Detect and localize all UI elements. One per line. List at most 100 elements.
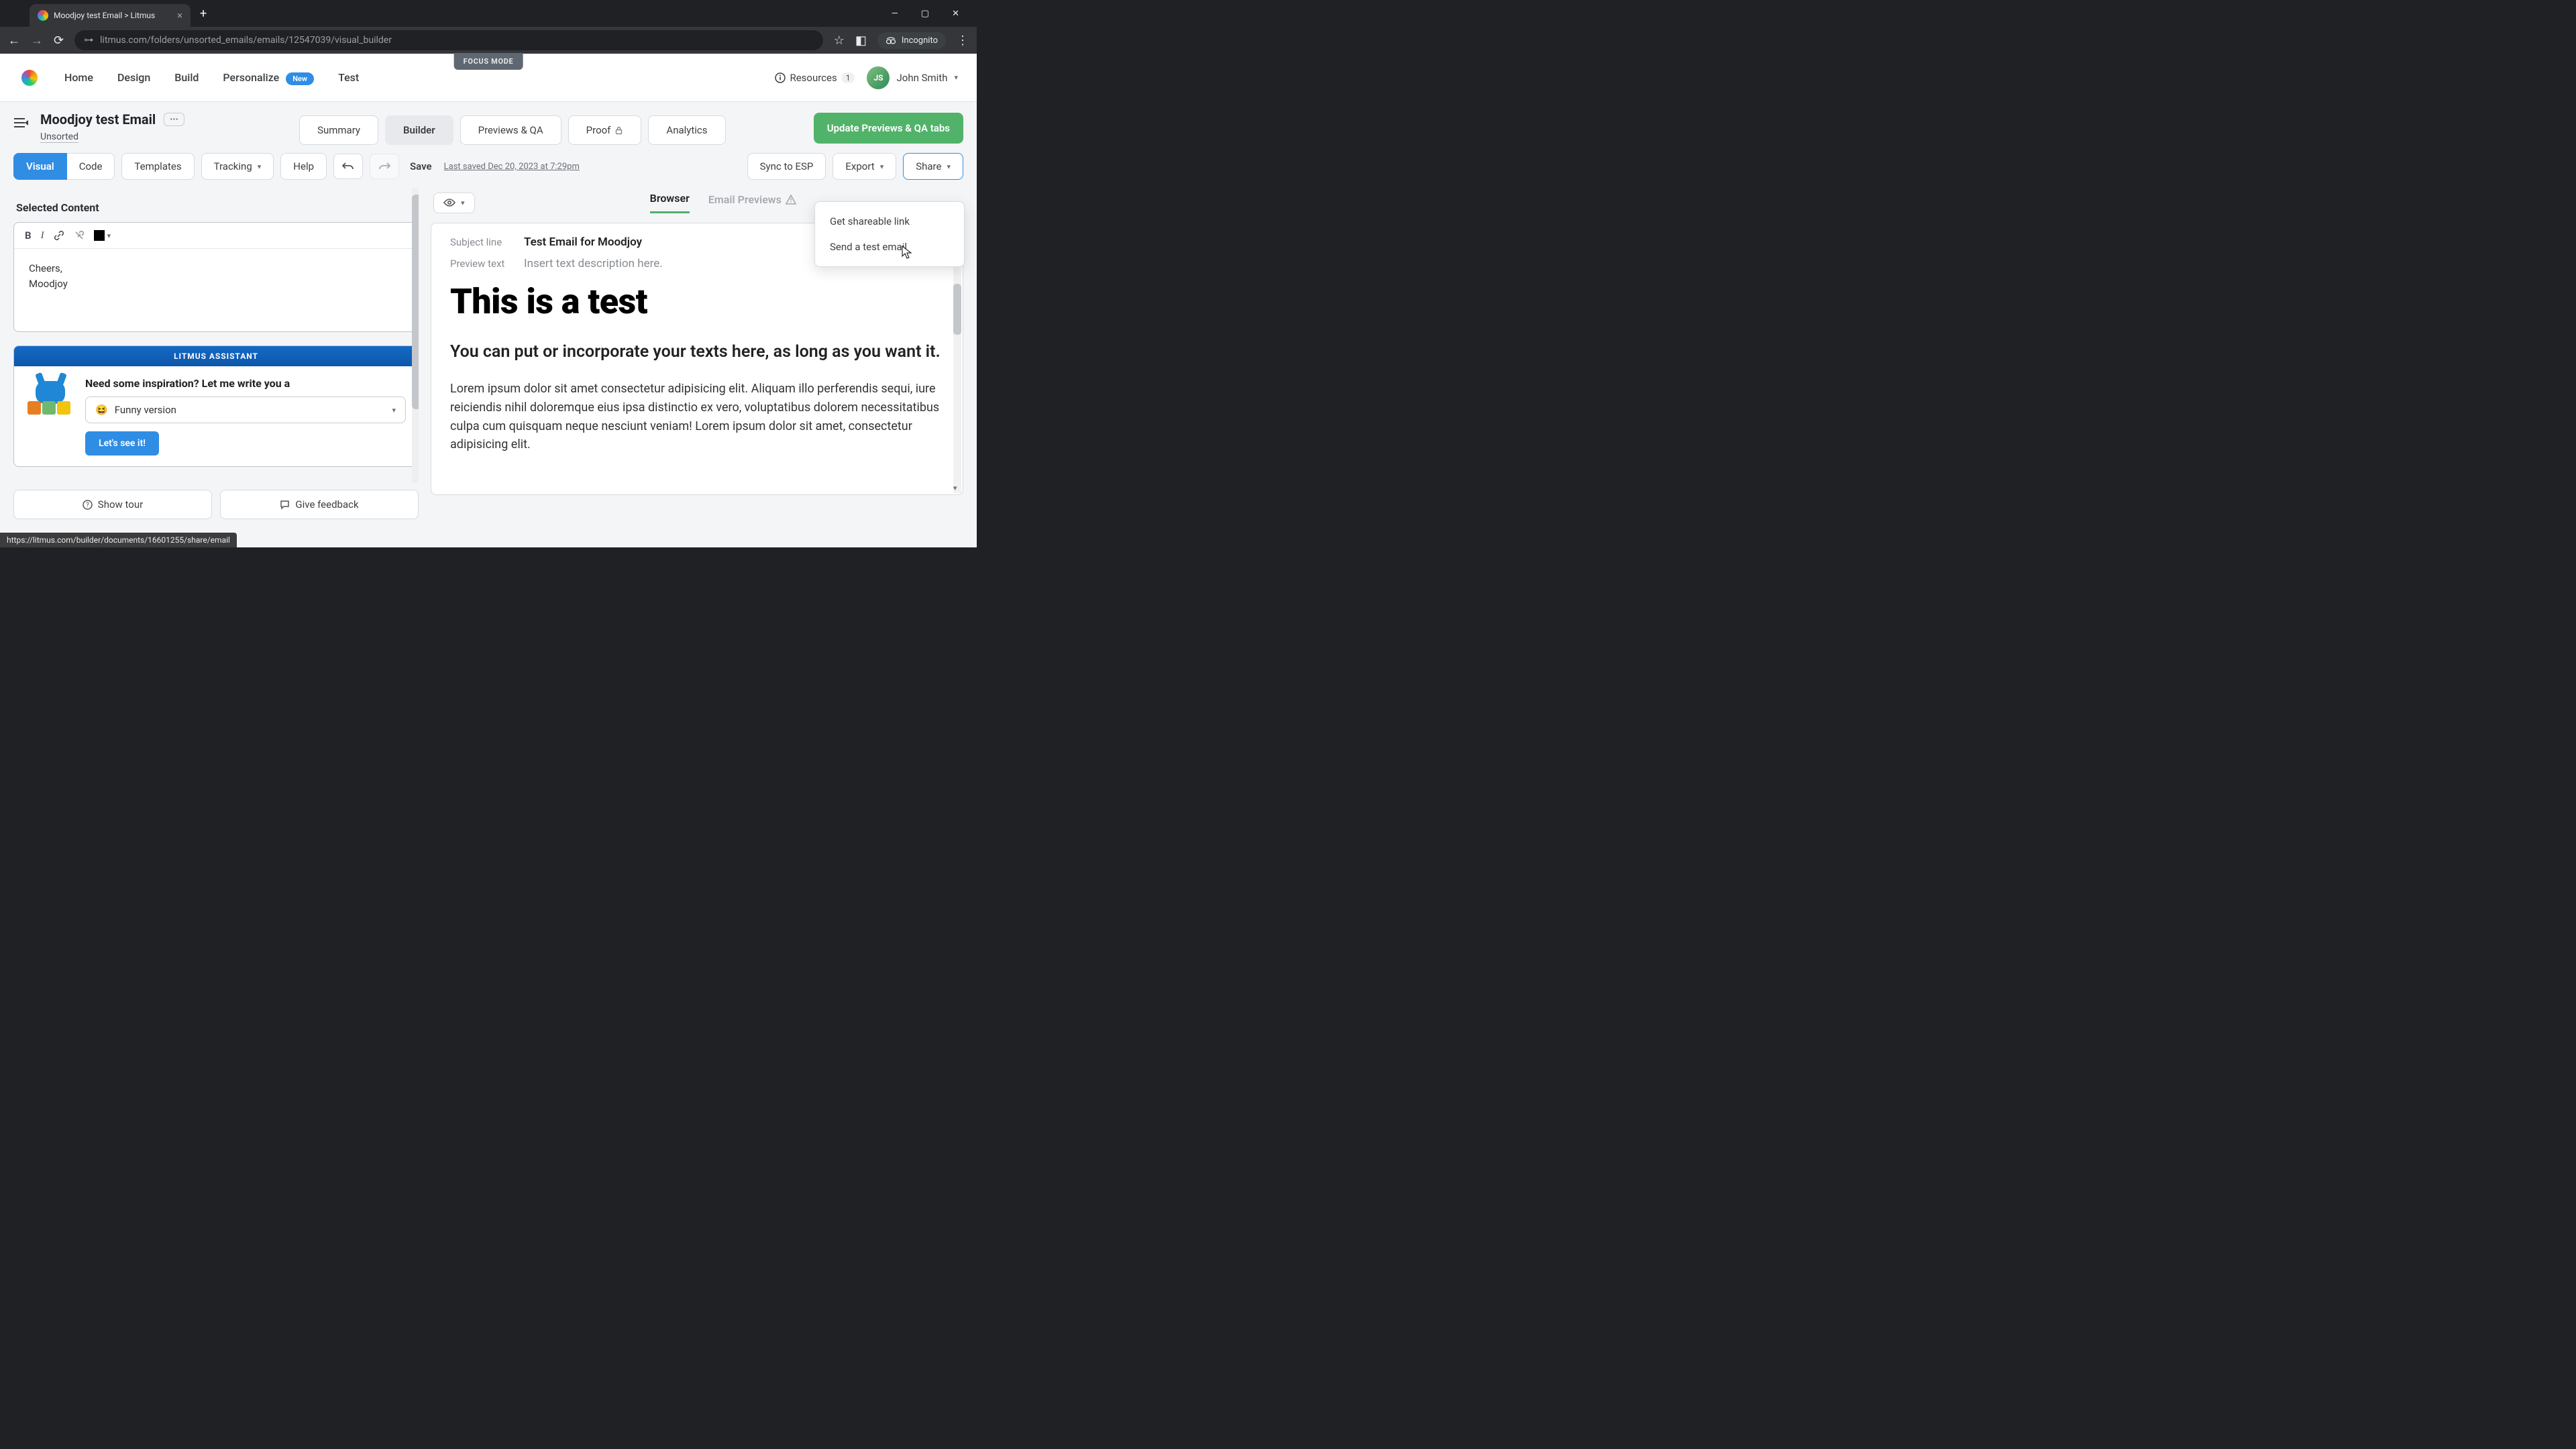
email-paragraph: Lorem ipsum dolor sit amet consectetur a… xyxy=(450,380,944,455)
info-icon xyxy=(775,72,786,83)
builder-toolbar: Visual Code Templates Tracking▾ Help Sav… xyxy=(0,145,977,188)
preview-text-label: Preview text xyxy=(450,258,513,270)
chevron-down-icon: ▾ xyxy=(880,162,884,171)
tab-summary[interactable]: Summary xyxy=(299,115,378,145)
url-text: litmus.com/folders/unsorted_emails/email… xyxy=(100,35,392,46)
browser-tab[interactable]: Moodjoy test Email > Litmus × xyxy=(30,4,191,27)
mouse-cursor-icon xyxy=(902,246,912,259)
bookmark-icon[interactable]: ☆ xyxy=(834,34,845,48)
reload-icon[interactable]: ⟳ xyxy=(54,34,64,48)
tracking-button[interactable]: Tracking▾ xyxy=(201,153,274,180)
share-button[interactable]: Share▾ xyxy=(903,153,963,180)
url-field[interactable]: ⊶ litmus.com/folders/unsorted_emails/ema… xyxy=(74,30,823,50)
assistant-panel: LITMUS ASSISTANT Need some inspiration? … xyxy=(13,345,419,467)
save-button[interactable]: Save xyxy=(410,160,432,172)
format-toolbar: B I ▾ xyxy=(14,223,418,249)
browser-address-bar: ← → ⟳ ⊶ litmus.com/folders/unsorted_emai… xyxy=(0,27,977,54)
chevron-down-icon: ▾ xyxy=(947,162,951,171)
link-button[interactable] xyxy=(54,230,64,241)
preview-view-button[interactable]: ▾ xyxy=(433,193,475,213)
browser-menu-icon[interactable]: ⋮ xyxy=(957,34,969,48)
update-previews-button[interactable]: Update Previews & QA tabs xyxy=(814,113,963,144)
resources-count: 1 xyxy=(841,72,855,83)
site-info-icon[interactable]: ⊶ xyxy=(84,35,93,46)
avatar: JS xyxy=(867,66,890,89)
last-saved-link[interactable]: Last saved Dec 20, 2023 at 7:29pm xyxy=(444,162,580,172)
assistant-prompt: Need some inspiration? Let me write you … xyxy=(85,377,406,390)
subject-line-label: Subject line xyxy=(450,236,513,248)
italic-button[interactable]: I xyxy=(41,230,44,241)
minimize-icon[interactable]: — xyxy=(892,9,898,19)
share-send-test[interactable]: Send a test email xyxy=(815,234,964,260)
redo-button[interactable] xyxy=(370,154,399,179)
close-tab-icon[interactable]: × xyxy=(177,9,182,21)
give-feedback-button[interactable]: Give feedback xyxy=(220,490,419,519)
litmus-logo-icon[interactable] xyxy=(19,67,40,89)
nav-test[interactable]: Test xyxy=(338,71,359,84)
preview-text-value[interactable]: Insert text description here. xyxy=(524,257,663,270)
incognito-icon xyxy=(885,36,896,44)
tab-builder[interactable]: Builder xyxy=(385,115,453,145)
subject-line-value[interactable]: Test Email for Moodjoy xyxy=(524,235,642,249)
sync-esp-button[interactable]: Sync to ESP xyxy=(747,153,826,180)
document-menu-button[interactable]: ··· xyxy=(164,113,184,126)
unlink-button[interactable] xyxy=(74,230,85,241)
undo-button[interactable] xyxy=(333,154,363,179)
warning-icon xyxy=(786,195,796,205)
preview-scrollbar-thumb[interactable] xyxy=(953,284,961,335)
tab-proof[interactable]: Proof xyxy=(568,115,642,145)
chevron-down-icon: ▾ xyxy=(392,406,396,415)
new-tab-button[interactable]: + xyxy=(200,7,207,21)
link-icon xyxy=(54,230,64,241)
nav-personalize[interactable]: Personalize New xyxy=(223,71,314,84)
focus-mode-tab[interactable]: FOCUS MODE xyxy=(454,53,523,70)
scroll-down-icon[interactable]: ▾ xyxy=(953,484,960,490)
redo-icon xyxy=(378,161,390,172)
code-mode-button[interactable]: Code xyxy=(67,153,115,180)
nav-build[interactable]: Build xyxy=(174,71,199,84)
preview-tab-browser[interactable]: Browser xyxy=(650,192,690,213)
email-body-preview: This is a test You can put or incorporat… xyxy=(431,281,963,454)
unlink-icon xyxy=(74,230,85,241)
assistant-generate-button[interactable]: Let's see it! xyxy=(85,431,159,455)
svg-text:?: ? xyxy=(86,502,89,509)
close-window-icon[interactable]: ✕ xyxy=(952,9,959,19)
panel-icon[interactable]: ◧ xyxy=(855,34,867,48)
chevron-down-icon: ▾ xyxy=(107,231,111,240)
nav-home[interactable]: Home xyxy=(64,71,93,84)
selected-content-heading: Selected Content xyxy=(16,201,419,214)
back-icon[interactable]: ← xyxy=(8,34,20,48)
document-header: Moodjoy test Email ··· Unsorted Summary … xyxy=(0,102,977,145)
resources-link[interactable]: Resources 1 xyxy=(775,72,855,84)
maximize-icon[interactable]: ▢ xyxy=(921,9,929,19)
app-root: FOCUS MODE Home Design Build Personalize… xyxy=(0,54,977,547)
help-button[interactable]: Help xyxy=(280,153,327,180)
bold-button[interactable]: B xyxy=(25,229,32,241)
undo-icon xyxy=(342,161,354,172)
visual-mode-button[interactable]: Visual xyxy=(13,153,67,180)
document-title[interactable]: Moodjoy test Email xyxy=(40,111,156,127)
user-menu[interactable]: JS John Smith ▾ xyxy=(867,66,958,89)
text-color-button[interactable]: ▾ xyxy=(94,230,111,241)
editor-scrollbar-thumb[interactable] xyxy=(412,195,419,409)
nav-design[interactable]: Design xyxy=(117,71,150,84)
document-folder-link[interactable]: Unsorted xyxy=(40,131,78,143)
tab-previews-qa[interactable]: Previews & QA xyxy=(460,115,561,145)
templates-button[interactable]: Templates xyxy=(121,153,194,180)
color-swatch-icon xyxy=(94,230,105,241)
sidebar-toggle-icon[interactable] xyxy=(13,117,28,129)
forward-icon: → xyxy=(31,34,43,48)
comment-icon xyxy=(280,500,290,510)
chevron-down-icon: ▾ xyxy=(258,162,262,171)
browser-status-bar: https://litmus.com/builder/documents/166… xyxy=(0,533,237,547)
selected-content-card: B I ▾ Cheers, xyxy=(13,222,419,332)
export-button[interactable]: Export▾ xyxy=(833,153,896,180)
assistant-version-select[interactable]: 😆 Funny version ▾ xyxy=(85,396,406,423)
content-editor[interactable]: Cheers, Moodjoy xyxy=(14,249,418,331)
show-tour-button[interactable]: ? Show tour xyxy=(13,490,212,519)
chevron-down-icon: ▾ xyxy=(461,199,465,207)
share-get-link[interactable]: Get shareable link xyxy=(815,209,964,234)
favicon-icon xyxy=(38,10,48,21)
preview-tab-email[interactable]: Email Previews xyxy=(708,192,796,213)
tab-analytics[interactable]: Analytics xyxy=(648,115,725,145)
